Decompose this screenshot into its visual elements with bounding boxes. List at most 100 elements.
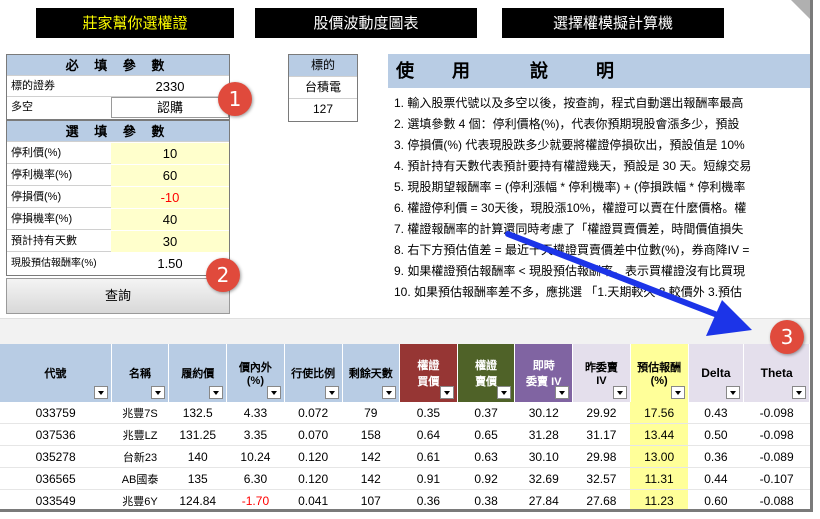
cell-moneyness: 6.30 xyxy=(226,467,285,490)
header-label: 代號 xyxy=(44,368,67,380)
holding-days-label: 預計持有天數 xyxy=(11,235,77,247)
filter-dropdown-icon[interactable] xyxy=(555,386,570,399)
cell-days: 158 xyxy=(342,423,400,446)
filter-dropdown-icon[interactable] xyxy=(93,386,108,399)
warrant-picker-button[interactable]: 莊家幫你選權證 xyxy=(36,8,234,38)
col-header-bid: 權證 買價 xyxy=(399,344,458,402)
header-label: Theta xyxy=(760,366,793,380)
option-calculator-button[interactable]: 選擇權模擬計算機 xyxy=(502,8,724,38)
header-label: 昨委賣 IV xyxy=(584,362,618,387)
cell-code: 036565 xyxy=(0,467,112,490)
header-label: 行使比例 xyxy=(291,368,336,380)
filter-dropdown-icon[interactable] xyxy=(497,386,512,399)
cell-ask: 0.38 xyxy=(457,489,515,509)
filter-dropdown-icon[interactable] xyxy=(266,386,281,399)
cell-days: 142 xyxy=(342,445,400,468)
filter-dropdown-icon[interactable] xyxy=(382,386,397,399)
cell-delta: 0.60 xyxy=(688,489,744,509)
param-row: 預計持有天數 30 xyxy=(7,231,229,252)
param-row: 停利機率(%) 60 xyxy=(7,165,229,186)
table-row[interactable]: 036565 AB國泰 135 6.30 0.120 142 0.91 0.92… xyxy=(0,467,810,490)
take-profit-label: 停利價(%) xyxy=(11,147,62,159)
cell-moneyness: 10.24 xyxy=(226,445,285,468)
col-header-est-return: 預估報酬 (%) xyxy=(630,344,689,402)
cell-ask: 0.65 xyxy=(457,423,515,446)
cell-ask: 0.92 xyxy=(457,467,515,490)
param-row: 停損機率(%) 40 xyxy=(7,209,229,230)
cell-moneyness: 3.35 xyxy=(226,423,285,446)
filter-dropdown-icon[interactable] xyxy=(612,386,627,399)
cell-name: 台新23 xyxy=(111,445,169,468)
cell-ratio: 0.070 xyxy=(284,423,342,446)
filter-dropdown-icon[interactable] xyxy=(792,386,806,399)
cell-days: 107 xyxy=(342,489,400,509)
instruction-line: 5. 現股期望報酬率 = (停利漲幅 * 停利機率) + (停損跌幅 * 停利機… xyxy=(394,180,746,194)
optional-params-title: 選 填 參 數 xyxy=(7,121,229,142)
cell-name: 兆豐6Y xyxy=(111,489,169,509)
take-profit-input[interactable]: 10 xyxy=(111,143,229,164)
instructions-title-char: 使 xyxy=(396,61,414,81)
table-row[interactable]: 033549 兆豐6Y 124.84 -1.70 0.041 107 0.36 … xyxy=(0,489,810,509)
cell-est-return: 17.56 xyxy=(630,402,688,424)
expected-return-label: 現股預估報酬率(%) xyxy=(11,258,97,269)
col-header-moneyness: 價內外 (%) xyxy=(226,344,285,402)
param-row: 停利價(%) 10 xyxy=(7,143,229,164)
top-navigation: 莊家幫你選權證 股價波動度圖表 選擇權模擬計算機 xyxy=(0,0,810,48)
take-profit-prob-label: 停利機率(%) xyxy=(11,169,73,181)
cell-days: 142 xyxy=(342,467,400,490)
filter-dropdown-icon[interactable] xyxy=(324,386,339,399)
required-params-panel: 必 填 參 數 標的證券 2330 多空 認購 xyxy=(6,54,230,120)
warrant-input[interactable]: 2330 xyxy=(111,76,229,96)
table-row[interactable]: 035278 台新23 140 10.24 0.120 142 0.61 0.6… xyxy=(0,445,810,468)
cell-delta: 0.43 xyxy=(688,402,744,424)
optional-params-panel: 選 填 參 數 停利價(%) 10 停利機率(%) 60 停損價(%) -10 … xyxy=(6,120,230,276)
stop-loss-input[interactable]: -10 xyxy=(111,187,229,208)
col-header-code: 代號 xyxy=(0,344,112,402)
filter-dropdown-icon[interactable] xyxy=(439,386,454,399)
stop-loss-label: 停損價(%) xyxy=(11,191,62,203)
header-label: 權證 賣價 xyxy=(475,360,498,388)
cell-ratio: 0.072 xyxy=(284,402,342,424)
cell-code: 033549 xyxy=(0,489,112,509)
cell-theta: -0.088 xyxy=(743,489,810,509)
cell-prev-iv: 29.92 xyxy=(572,402,631,424)
cell-ask: 0.63 xyxy=(457,445,515,468)
separator-band xyxy=(0,318,810,345)
warrant-row: 標的證券 2330 xyxy=(7,76,229,97)
filter-dropdown-icon[interactable] xyxy=(670,386,685,399)
header-label: 權證 買價 xyxy=(417,360,440,388)
take-profit-prob-input[interactable]: 60 xyxy=(111,165,229,186)
holding-days-input[interactable]: 30 xyxy=(111,231,229,252)
cell-days: 79 xyxy=(342,402,400,424)
volatility-chart-button[interactable]: 股價波動度圖表 xyxy=(255,8,477,38)
cell-est-return: 11.23 xyxy=(630,489,688,509)
table-row[interactable]: 033759 兆豐7S 132.5 4.33 0.072 79 0.35 0.3… xyxy=(0,402,810,424)
header-label: 預估報酬 (%) xyxy=(637,362,682,387)
direction-select[interactable]: 認購 xyxy=(111,97,229,118)
filter-dropdown-icon[interactable] xyxy=(726,386,741,399)
cell-live-iv: 30.12 xyxy=(514,402,573,424)
cell-ratio: 0.120 xyxy=(284,445,342,468)
table-row[interactable]: 037536 兆豐LZ 131.25 3.35 0.070 158 0.64 0… xyxy=(0,423,810,446)
cell-delta: 0.36 xyxy=(688,445,744,468)
marker-3: 3 xyxy=(770,320,804,354)
cell-code: 035278 xyxy=(0,445,112,468)
filter-dropdown-icon[interactable] xyxy=(151,386,166,399)
col-header-strike: 履約價 xyxy=(168,344,228,402)
cell-bid: 0.91 xyxy=(399,467,458,490)
instruction-line: 6. 權證停利價 = 30天後，現股漲10%，權證可以賣在什麼價格。權 xyxy=(394,201,747,215)
cell-theta: -0.107 xyxy=(743,467,810,490)
cell-prev-iv: 29.98 xyxy=(572,445,631,468)
instruction-line: 3. 停損價(%) 代表現股跌多少就要將權證停損砍出，預設值是 10% xyxy=(394,138,745,152)
corner-triangle-icon xyxy=(791,0,810,22)
cell-delta: 0.44 xyxy=(688,467,744,490)
query-button[interactable]: 查詢 xyxy=(6,278,230,314)
cell-bid: 0.64 xyxy=(399,423,458,446)
cell-strike: 140 xyxy=(168,445,227,468)
cell-code: 037536 xyxy=(0,423,112,446)
instructions-title-char: 說 xyxy=(530,61,548,81)
cell-ratio: 0.041 xyxy=(284,489,342,509)
filter-dropdown-icon[interactable] xyxy=(209,386,224,399)
cell-theta: -0.089 xyxy=(743,445,810,468)
stop-loss-prob-input[interactable]: 40 xyxy=(111,209,229,230)
